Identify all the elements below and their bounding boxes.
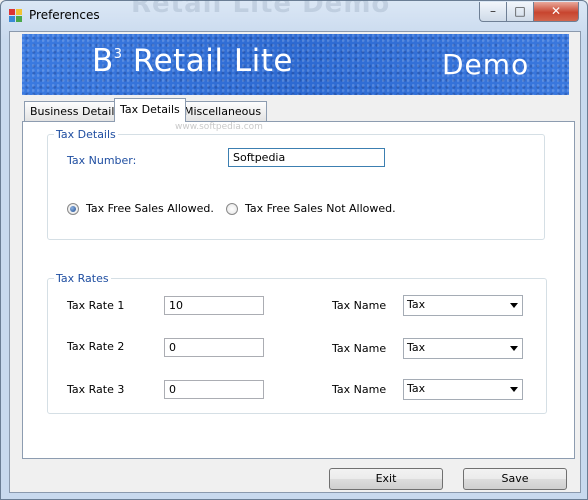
- tax-name-3-value: Tax: [407, 382, 426, 395]
- title-bar[interactable]: Retail Lite Demo Preferences – □ ✕: [1, 0, 587, 31]
- tax-rate-3-label: Tax Rate 3: [67, 383, 125, 396]
- tax-rates-legend: Tax Rates: [56, 272, 109, 285]
- tab-miscellaneous[interactable]: Miscellaneous: [178, 101, 268, 121]
- tax-rate-2-label: Tax Rate 2: [67, 340, 125, 353]
- close-icon[interactable]: ✕: [533, 2, 579, 22]
- chevron-down-icon: [510, 346, 518, 351]
- tax-number-label: Tax Number:: [67, 154, 137, 167]
- banner-edition: Demo: [442, 48, 530, 81]
- tax-details-legend: Tax Details: [56, 128, 116, 141]
- tax-name-2-value: Tax: [407, 341, 426, 354]
- product-banner: B3 Retail Lite Demo: [22, 34, 569, 95]
- tax-free-not-allowed-label[interactable]: Tax Free Sales Not Allowed.: [245, 202, 396, 215]
- tax-rate-3-input[interactable]: [164, 380, 264, 399]
- app-icon: [9, 9, 23, 23]
- banner-title: B3 Retail Lite: [92, 43, 293, 79]
- chevron-down-icon: [510, 303, 518, 308]
- preferences-window: Retail Lite Demo Preferences – □ ✕ B3 Re…: [0, 0, 588, 500]
- tax-free-allowed-label[interactable]: Tax Free Sales Allowed.: [86, 202, 214, 215]
- tax-name-1-label: Tax Name: [332, 299, 387, 312]
- tab-business-details[interactable]: Business Details: [24, 101, 127, 121]
- tax-number-input[interactable]: [228, 148, 385, 167]
- tax-name-1-value: Tax: [407, 298, 426, 311]
- minimize-icon[interactable]: –: [479, 2, 507, 22]
- tax-name-3-label: Tax Name: [332, 383, 387, 396]
- tax-rate-1-label: Tax Rate 1: [67, 299, 125, 312]
- tax-rate-1-input[interactable]: [164, 296, 264, 315]
- faded-background-title: Retail Lite Demo: [131, 0, 391, 19]
- maximize-icon[interactable]: □: [506, 2, 534, 22]
- tax-details-panel: www.softpedia.com Tax Details Tax Number…: [22, 121, 575, 459]
- tax-rate-2-input[interactable]: [164, 338, 264, 357]
- tax-name-2-label: Tax Name: [332, 342, 387, 355]
- tax-name-3-select[interactable]: Tax: [403, 379, 523, 400]
- tax-details-group: Tax Details: [47, 128, 545, 240]
- radio-selected-dot: [70, 206, 76, 212]
- window-client-area: B3 Retail Lite Demo Business Details Tax…: [9, 31, 581, 493]
- exit-button[interactable]: Exit: [329, 468, 443, 490]
- tax-name-2-select[interactable]: Tax: [403, 338, 523, 359]
- chevron-down-icon: [510, 387, 518, 392]
- tab-tax-details[interactable]: Tax Details: [114, 98, 186, 122]
- save-button[interactable]: Save: [463, 468, 567, 490]
- tax-name-1-select[interactable]: Tax: [403, 295, 523, 316]
- window-title: Preferences: [29, 8, 100, 22]
- tax-free-allowed-radio[interactable]: [67, 203, 79, 215]
- tax-free-not-allowed-radio[interactable]: [226, 203, 238, 215]
